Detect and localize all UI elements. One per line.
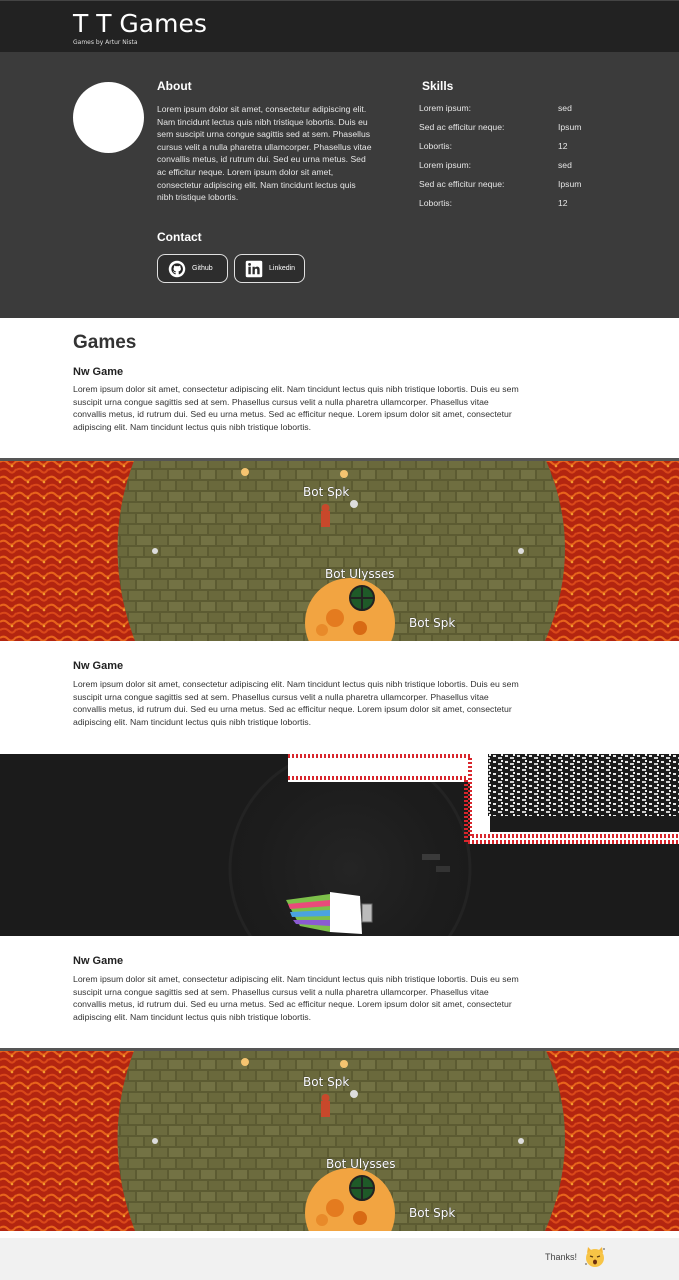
skill-value: 12 bbox=[558, 141, 568, 151]
github-button[interactable]: Github bbox=[157, 254, 228, 283]
skills-heading: Skills bbox=[422, 79, 454, 93]
linkedin-label: Linkedin bbox=[269, 265, 296, 272]
skill-key: Lorem ipsum: bbox=[419, 160, 472, 170]
skill-key: Sed ac efficitur neque: bbox=[419, 122, 505, 132]
contact-heading: Contact bbox=[157, 230, 202, 244]
about-text: Lorem ipsum dolor sit amet, consectetur … bbox=[157, 104, 372, 203]
site-title[interactable]: T T Games bbox=[73, 9, 207, 38]
game-banner-dungeon[interactable]: Bot Spk Bot Ulysses Bot Spk bbox=[0, 458, 679, 641]
about-heading: About bbox=[157, 79, 192, 93]
games-heading: Games bbox=[73, 332, 137, 353]
player-label: Bot Spk bbox=[303, 1075, 349, 1089]
game-title[interactable]: Nw Game bbox=[73, 660, 123, 672]
game-description: Lorem ipsum dolor sit amet, consectetur … bbox=[73, 679, 519, 727]
game-banner-dungeon[interactable]: Bot Spk Bot Ulysses Bot Spk bbox=[0, 1048, 679, 1231]
avatar bbox=[73, 82, 144, 153]
skill-key: Lobortis: bbox=[419, 198, 452, 208]
skill-value: Ipsum bbox=[558, 122, 582, 132]
player-label: Bot Spk bbox=[409, 1206, 455, 1220]
game-title[interactable]: Nw Game bbox=[73, 366, 123, 378]
game-title[interactable]: Nw Game bbox=[73, 955, 123, 967]
github-label: Github bbox=[192, 265, 213, 272]
dungeon-screenshot: Bot Spk Bot Ulysses Bot Spk bbox=[0, 1048, 679, 1231]
player-label: Bot Spk bbox=[303, 485, 349, 499]
site-footer: Thanks! bbox=[0, 1238, 679, 1280]
game-banner-platformer[interactable] bbox=[0, 754, 679, 936]
cat-emoji-icon bbox=[585, 1247, 605, 1267]
player-label: Bot Spk bbox=[409, 616, 455, 630]
site-header: T T Games Games by Artur Nista bbox=[0, 0, 679, 52]
game-description: Lorem ipsum dolor sit amet, consectetur … bbox=[73, 974, 519, 1022]
linkedin-button[interactable]: Linkedin bbox=[234, 254, 305, 283]
linkedin-icon bbox=[245, 260, 263, 277]
skill-key: Lobortis: bbox=[419, 141, 452, 151]
skill-value: sed bbox=[558, 160, 572, 170]
dungeon-screenshot: Bot Spk Bot Ulysses Bot Spk bbox=[0, 458, 679, 641]
site-subtitle: Games by Artur Nista bbox=[73, 39, 138, 46]
skill-key: Sed ac efficitur neque: bbox=[419, 179, 505, 189]
player-label: Bot Ulysses bbox=[326, 1157, 395, 1171]
player-label: Bot Ulysses bbox=[325, 567, 394, 581]
github-icon bbox=[168, 260, 186, 277]
skill-value: sed bbox=[558, 103, 572, 113]
skill-key: Lorem ipsum: bbox=[419, 103, 472, 113]
skill-value: 12 bbox=[558, 198, 568, 208]
skill-value: Ipsum bbox=[558, 179, 582, 189]
game-description: Lorem ipsum dolor sit amet, consectetur … bbox=[73, 384, 519, 432]
footer-thanks: Thanks! bbox=[545, 1252, 578, 1262]
profile-section: About Lorem ipsum dolor sit amet, consec… bbox=[0, 52, 679, 318]
platformer-screenshot bbox=[0, 754, 679, 936]
